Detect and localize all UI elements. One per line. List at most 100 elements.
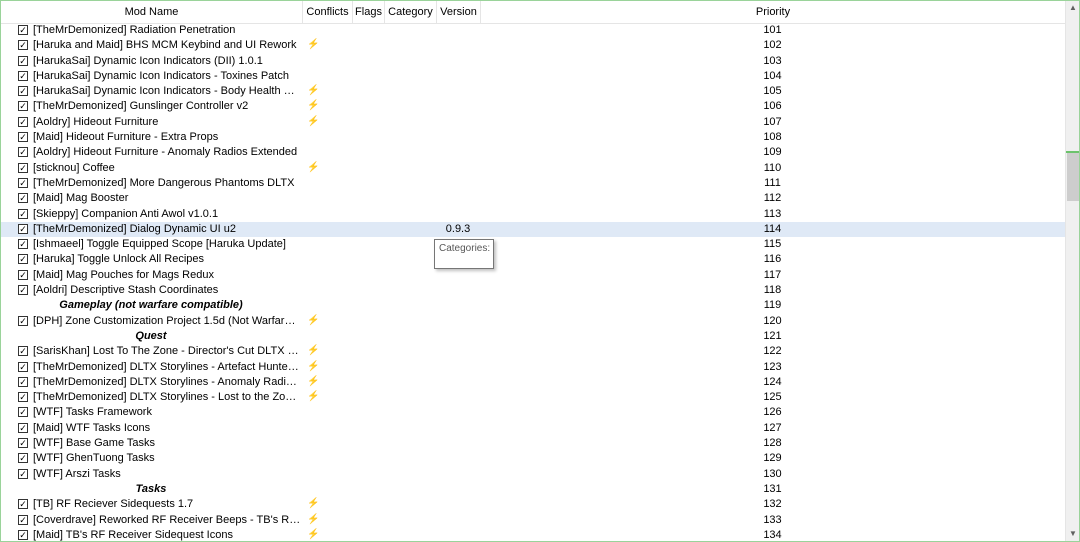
column-flags[interactable]: Flags (353, 1, 385, 23)
mod-row[interactable]: ✓ [HarukaSai] Dynamic Icon Indicators - T… (1, 69, 1065, 84)
mod-row[interactable]: ✓ [WTF] Base Game Tasks 128 (1, 436, 1065, 451)
separator-row[interactable]: Gameplay (not warfare compatible) 119 (1, 298, 1065, 313)
column-priority[interactable]: ^ Priority (481, 1, 1065, 23)
enabled-checkbox[interactable]: ✓ (18, 315, 28, 326)
enabled-checkbox[interactable]: ✓ (18, 55, 28, 66)
conflict-overwrite-icon[interactable]: ⚡ (307, 162, 319, 174)
separator-label: Quest (135, 329, 167, 342)
mod-row[interactable]: ✓ [DPH] Zone Customization Project 1.5d (… (1, 314, 1065, 329)
conflict-overwrite-icon[interactable]: ⚡ (307, 529, 319, 541)
mod-row[interactable]: ✓ [WTF] GhenTuong Tasks 129 (1, 451, 1065, 466)
enabled-checkbox[interactable]: ✓ (18, 376, 28, 387)
enabled-checkbox[interactable]: ✓ (18, 468, 28, 479)
mod-priority: 117 (763, 268, 782, 281)
mod-row[interactable]: ✓ [Ishmaeel] Toggle Equipped Scope [Haruk… (1, 237, 1065, 252)
enabled-checkbox[interactable]: ✓ (18, 177, 28, 188)
mod-row[interactable]: ✓ [HarukaSai] Dynamic Icon Indicators - B… (1, 84, 1065, 99)
enabled-checkbox[interactable]: ✓ (18, 514, 28, 525)
mod-row[interactable]: ✓ [TB] RF Reciever Sidequests 1.7 ⚡ 132 (1, 497, 1065, 512)
mod-name: [DPH] Zone Customization Project 1.5d (N… (33, 314, 301, 327)
mod-row[interactable]: ✓ [Maid] Mag Pouches for Mags Redux 117 (1, 268, 1065, 283)
scroll-down-icon[interactable]: ▼ (1066, 527, 1079, 541)
conflict-overwrite-icon[interactable]: ⚡ (307, 361, 319, 373)
enabled-checkbox[interactable]: ✓ (18, 453, 28, 464)
mod-name: [Aoldry] Hideout Furniture (33, 115, 159, 128)
column-category[interactable]: Category (385, 1, 437, 23)
enabled-checkbox[interactable]: ✓ (18, 254, 28, 265)
mod-row[interactable]: ✓ [Coverdrave] Reworked RF Receiver Beeps… (1, 513, 1065, 528)
enabled-checkbox[interactable]: ✓ (18, 529, 28, 540)
conflict-overwrite-icon[interactable]: ⚡ (307, 514, 319, 526)
enabled-checkbox[interactable]: ✓ (18, 208, 28, 219)
enabled-checkbox[interactable]: ✓ (18, 162, 28, 173)
enabled-checkbox[interactable]: ✓ (18, 361, 28, 372)
mod-row[interactable]: ✓ [Skieppy] Companion Anti Awol v1.0.1 113 (1, 207, 1065, 222)
mod-row[interactable]: ✓ [TheMrDemonized] DLTX Storylines - Arte… (1, 360, 1065, 375)
enabled-checkbox[interactable]: ✓ (18, 70, 28, 81)
mod-row[interactable]: ✓ [Aoldry] Hideout Furniture - Anomaly Ra… (1, 145, 1065, 160)
separator-row[interactable]: Quest 121 (1, 329, 1065, 344)
conflict-overwrite-icon[interactable]: ⚡ (307, 39, 319, 51)
mod-name: [Haruka] Toggle Unlock All Recipes (33, 253, 204, 266)
enabled-checkbox[interactable]: ✓ (18, 346, 28, 357)
scroll-thumb[interactable] (1067, 153, 1079, 201)
conflict-overwrite-icon[interactable]: ⚡ (307, 116, 319, 128)
enabled-checkbox[interactable]: ✓ (18, 40, 28, 51)
mod-priority: 115 (763, 238, 782, 251)
mod-priority: 111 (764, 176, 781, 189)
enabled-checkbox[interactable]: ✓ (18, 25, 28, 35)
enabled-checkbox[interactable]: ✓ (18, 422, 28, 433)
vertical-scrollbar[interactable]: ▲ ▼ (1065, 1, 1079, 541)
mod-row[interactable]: ✓ [TheMrDemonized] DLTX Storylines - Lost… (1, 390, 1065, 405)
conflict-overwrite-icon[interactable]: ⚡ (307, 100, 319, 112)
enabled-checkbox[interactable]: ✓ (18, 407, 28, 418)
mod-priority: 105 (763, 85, 782, 98)
mod-row[interactable]: ✓ [Aoldri] Descriptive Stash Coordinates 1… (1, 283, 1065, 298)
enabled-checkbox[interactable]: ✓ (18, 438, 28, 449)
mod-priority: 132 (763, 498, 782, 511)
mod-row[interactable]: ✓ [TheMrDemonized] More Dangerous Phantom… (1, 176, 1065, 191)
mod-row[interactable]: ✓ [Maid] Hideout Furniture - Extra Props 1… (1, 130, 1065, 145)
enabled-checkbox[interactable]: ✓ (18, 239, 28, 250)
mod-row[interactable]: ✓ [Haruka and Maid] BHS MCM Keybind and U… (1, 38, 1065, 53)
mod-row[interactable]: ✓ [Maid] TB's RF Receiver Sidequest Icons… (1, 528, 1065, 541)
enabled-checkbox[interactable]: ✓ (18, 285, 28, 296)
mod-row[interactable]: ✓ [TheMrDemonized] DLTX Storylines - Anom… (1, 375, 1065, 390)
enabled-checkbox[interactable]: ✓ (18, 101, 28, 112)
enabled-checkbox[interactable]: ✓ (18, 86, 28, 97)
mod-priority: 113 (763, 207, 782, 220)
column-version[interactable]: Version (437, 1, 481, 23)
column-mod-name[interactable]: Mod Name (1, 1, 303, 23)
mod-name: [HarukaSai] Dynamic Icon Indicators - Bo… (33, 85, 301, 98)
conflict-overwrite-icon[interactable]: ⚡ (307, 498, 319, 510)
mod-row[interactable]: ✓ [Aoldry] Hideout Furniture ⚡ 107 (1, 115, 1065, 130)
enabled-checkbox[interactable]: ✓ (18, 223, 28, 234)
enabled-checkbox[interactable]: ✓ (18, 116, 28, 127)
enabled-checkbox[interactable]: ✓ (18, 132, 28, 143)
mod-row[interactable]: ✓ [Haruka] Toggle Unlock All Recipes 116 (1, 252, 1065, 267)
mod-row[interactable]: ✓ [sticknou] Coffee ⚡ 110 (1, 161, 1065, 176)
enabled-checkbox[interactable]: ✓ (18, 499, 28, 510)
mod-row[interactable]: ✓ [TheMrDemonized] Dialog Dynamic UI u2 0.… (1, 221, 1065, 238)
mod-name: [sticknou] Coffee (33, 161, 115, 174)
mod-row[interactable]: ✓ [TheMrDemonized] Gunslinger Controller … (1, 99, 1065, 114)
enabled-checkbox[interactable]: ✓ (18, 193, 28, 204)
conflict-overwritten-icon[interactable]: ⚡ (307, 345, 319, 357)
conflict-overwrite-icon[interactable]: ⚡ (307, 85, 319, 97)
separator-row[interactable]: Tasks 131 (1, 482, 1065, 497)
mod-row[interactable]: ✓ [HarukaSai] Dynamic Icon Indicators (DI… (1, 54, 1065, 69)
conflict-overwritten-icon[interactable]: ⚡ (307, 315, 319, 327)
mod-row[interactable]: ✓ [Maid] WTF Tasks Icons 127 (1, 421, 1065, 436)
mod-row[interactable]: ✓ [SarisKhan] Lost To The Zone - Director… (1, 344, 1065, 359)
mod-row[interactable]: ✓ [Maid] Mag Booster 112 (1, 191, 1065, 206)
conflict-overwrite-icon[interactable]: ⚡ (307, 376, 319, 388)
enabled-checkbox[interactable]: ✓ (18, 147, 28, 158)
conflict-overwrite-icon[interactable]: ⚡ (307, 391, 319, 403)
enabled-checkbox[interactable]: ✓ (18, 269, 28, 280)
mod-row[interactable]: ✓ [TheMrDemonized] Radiation Penetration 1… (1, 23, 1065, 38)
mod-row[interactable]: ✓ [WTF] Tasks Framework 126 (1, 405, 1065, 420)
mod-row[interactable]: ✓ [WTF] Arszi Tasks 130 (1, 467, 1065, 482)
enabled-checkbox[interactable]: ✓ (18, 392, 28, 403)
scroll-up-icon[interactable]: ▲ (1066, 1, 1079, 15)
column-conflicts[interactable]: Conflicts (303, 1, 353, 23)
